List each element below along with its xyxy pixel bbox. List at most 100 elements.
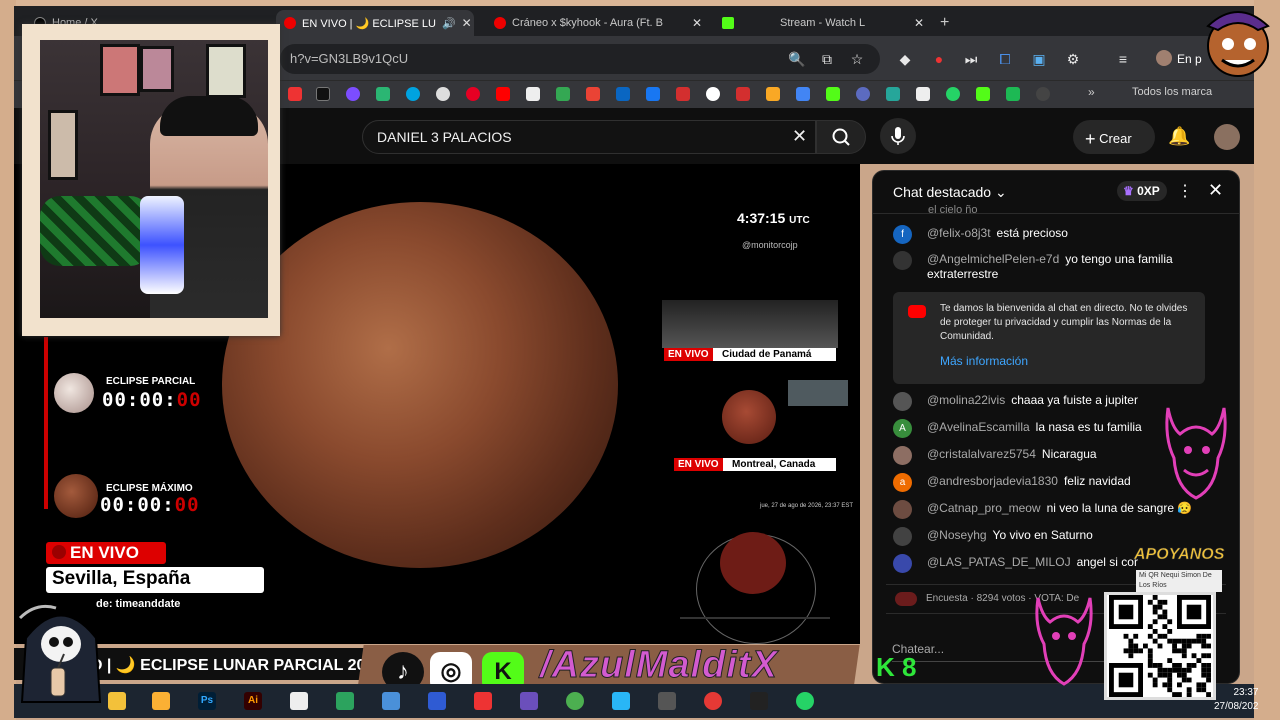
chat-avatar[interactable]: A [893, 419, 912, 438]
extension-icon[interactable]: ⏭ [962, 50, 980, 68]
youtube-icon[interactable] [496, 87, 510, 101]
media-icon[interactable]: ≡ [1114, 50, 1132, 68]
chat-avatar[interactable] [893, 392, 912, 411]
extension-icon[interactable]: ◆ [896, 50, 914, 68]
account-avatar[interactable] [1214, 124, 1240, 150]
close-chat-icon[interactable]: ✕ [1208, 180, 1223, 201]
tab-kick-stream[interactable]: Stream - Watch L ✕ [714, 10, 932, 36]
install-icon[interactable]: ⧉ [818, 50, 836, 68]
drive-icon[interactable] [556, 87, 570, 101]
app-icon[interactable] [750, 692, 768, 710]
pinterest-icon[interactable] [466, 87, 480, 101]
app-icon[interactable] [658, 692, 676, 710]
chat-author[interactable]: @molina22ivis [927, 393, 1005, 407]
search-input[interactable]: DANIEL 3 PALACIOS [362, 120, 816, 154]
chat-author[interactable]: @Catnap_pro_meow [927, 501, 1041, 515]
bookmark-icon[interactable] [766, 87, 780, 101]
crown-icon: ♛ [1123, 184, 1134, 198]
chat-author[interactable]: @AvelinaEscamilla [927, 420, 1030, 434]
whatsapp-icon[interactable] [946, 87, 960, 101]
tab-eclipse-live[interactable]: EN VIVO | 🌙 ECLIPSE LU 🔊 ✕ [276, 10, 474, 36]
bookmark-icon[interactable] [1036, 87, 1050, 101]
speaker-icon[interactable]: 🔊 [442, 17, 456, 30]
chat-avatar[interactable] [893, 446, 912, 465]
translate-icon[interactable]: ⧠ [996, 50, 1014, 68]
chat-avatar[interactable]: a [893, 473, 912, 492]
chat-avatar[interactable]: f [893, 225, 912, 244]
bookmark-icon[interactable] [346, 87, 360, 101]
chat-mode-dropdown[interactable]: Chat destacado ⌄ [893, 184, 1007, 201]
search-button[interactable] [816, 120, 866, 154]
chat-message[interactable]: f @felix-o8j3t está precioso [893, 225, 1223, 244]
bookmark-icon[interactable] [916, 87, 930, 101]
bookmark-icon[interactable] [826, 87, 840, 101]
tab-craneo[interactable]: Cráneo x $kyhook - Aura (Ft. B ✕ [486, 10, 710, 36]
chat-avatar[interactable] [893, 527, 912, 546]
whatsapp-icon[interactable] [796, 692, 814, 710]
support-label: APOYANOS [1134, 546, 1225, 564]
app-icon[interactable] [704, 692, 722, 710]
app-icon[interactable] [382, 692, 400, 710]
bookmark-icon[interactable] [706, 87, 720, 101]
bookmark-icon[interactable] [796, 87, 810, 101]
extension-icon[interactable]: ● [930, 50, 948, 68]
live-dot-icon [52, 545, 66, 559]
tiktok-icon[interactable] [316, 87, 330, 101]
chat-author[interactable]: @andresborjadevia1830 [927, 474, 1058, 488]
star-icon[interactable]: ☆ [848, 50, 866, 68]
chat-avatar[interactable] [893, 500, 912, 519]
bookmark-icon[interactable] [736, 87, 750, 101]
app-icon[interactable] [520, 692, 538, 710]
all-bookmarks-folder[interactable]: Todos los marca [1132, 86, 1212, 98]
voice-search-button[interactable] [880, 118, 916, 154]
chat-avatar[interactable] [893, 251, 912, 270]
chat-message[interactable]: @Noseyhg Yo vivo en Saturno [893, 527, 1223, 546]
bookmark-icon[interactable] [676, 87, 690, 101]
more-bookmarks-icon[interactable]: » [1088, 85, 1095, 99]
close-icon[interactable]: ✕ [692, 16, 702, 30]
close-icon[interactable]: ✕ [462, 16, 472, 30]
facebook-icon[interactable] [646, 87, 660, 101]
bookmark-icon[interactable] [288, 87, 302, 101]
create-button[interactable]: + Crear [1073, 120, 1155, 154]
file-explorer-icon[interactable] [108, 692, 126, 710]
bookmark-icon[interactable] [1006, 87, 1020, 101]
bookmark-icon[interactable] [436, 87, 450, 101]
kick-icon[interactable] [976, 87, 990, 101]
bookmark-icon[interactable] [376, 87, 390, 101]
notifications-bell-icon[interactable]: 🔔 [1168, 126, 1190, 147]
close-icon[interactable]: ✕ [914, 16, 924, 30]
photoshop-icon[interactable]: Ps [198, 692, 216, 710]
zoom-icon[interactable]: 🔍 [788, 50, 806, 68]
more-info-link[interactable]: Más información [940, 354, 1028, 368]
extension-icon[interactable]: ▣ [1030, 50, 1048, 68]
app-icon[interactable] [612, 692, 630, 710]
profile-avatar[interactable] [1156, 50, 1172, 66]
bookmark-icon[interactable] [616, 87, 630, 101]
bookmark-icon[interactable] [406, 87, 420, 101]
puzzle-icon[interactable]: ⚙ [1064, 50, 1082, 68]
illustrator-icon[interactable]: Ai [244, 692, 262, 710]
bookmark-icon[interactable] [886, 87, 900, 101]
chat-author[interactable]: @LAS_PATAS_DE_MILOJ [927, 555, 1071, 569]
chat-avatar[interactable] [893, 554, 912, 573]
chat-author[interactable]: @AngelmichelPelen-e7d [927, 252, 1059, 266]
app-icon[interactable] [336, 692, 354, 710]
gmail-icon[interactable] [586, 87, 600, 101]
chrome-icon[interactable] [566, 692, 584, 710]
app-icon[interactable] [474, 692, 492, 710]
system-clock[interactable]: 23:37 27/08/202 [1214, 686, 1259, 714]
xp-badge[interactable]: ♛ 0XP [1117, 181, 1167, 201]
bookmark-icon[interactable] [526, 87, 540, 101]
new-tab-button[interactable]: + [932, 10, 956, 36]
clear-search-icon[interactable]: ✕ [792, 126, 807, 147]
app-icon[interactable] [152, 692, 170, 710]
bookmark-icon[interactable] [856, 87, 870, 101]
chat-author[interactable]: @cristalalvarez5754 [927, 447, 1036, 461]
app-icon[interactable] [428, 692, 446, 710]
capcut-icon[interactable] [290, 692, 308, 710]
chat-author[interactable]: @Noseyhg [927, 528, 987, 542]
more-options-icon[interactable]: ⋮ [1177, 181, 1193, 201]
chat-author[interactable]: @felix-o8j3t [927, 226, 991, 240]
chat-message[interactable]: @AngelmichelPelen-e7d yo tengo una famili… [893, 251, 1223, 282]
